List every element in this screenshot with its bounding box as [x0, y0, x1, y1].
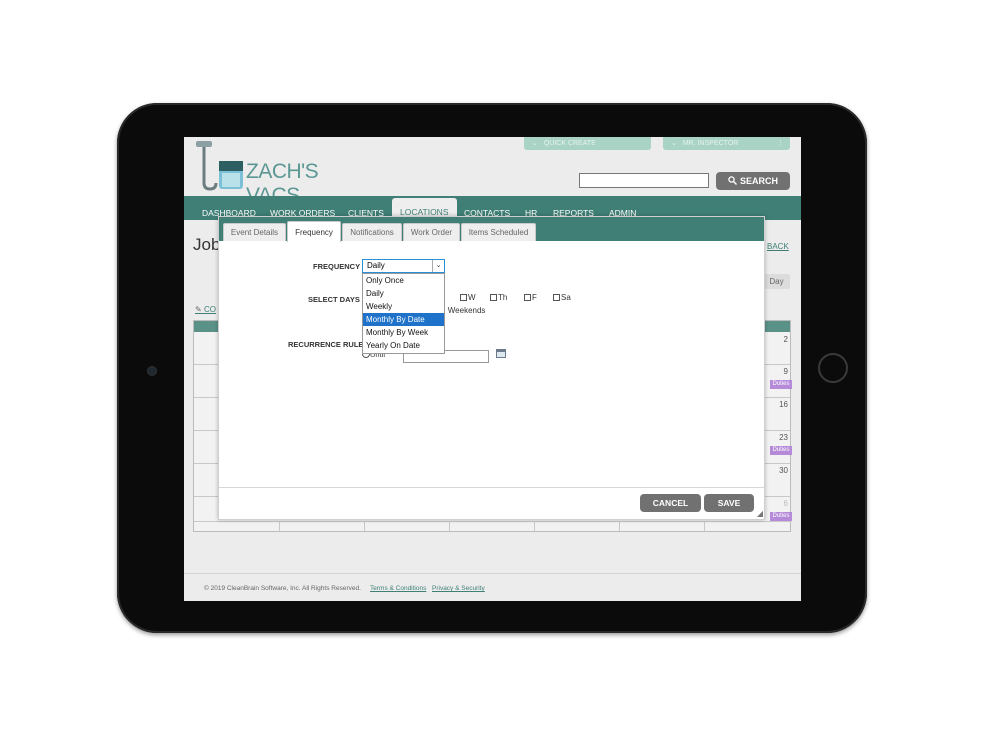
tab-frequency[interactable]: Frequency — [287, 221, 341, 242]
app-screen: ZACH'S VACS ⌄ QUICK CREATE ⌄ MR. INSPECT… — [184, 137, 801, 601]
calendar-col-divider — [704, 521, 705, 531]
tab-notifications[interactable]: Notifications — [342, 223, 402, 241]
page-title: Job — [193, 235, 221, 254]
select-days-label: SELECT DAYS — [308, 295, 360, 304]
frequency-option-only-once[interactable]: Only Once — [363, 274, 444, 287]
edit-link-label: CO — [203, 305, 216, 314]
checkbox-icon — [524, 294, 531, 301]
all-weekends-option[interactable]: ll Weekends — [442, 306, 485, 315]
modal-footer-divider — [219, 487, 764, 488]
day-checkbox-friday[interactable]: F — [524, 293, 537, 302]
user-menu-label: MR. INSPECTOR — [682, 140, 739, 147]
more-icon: ⋮ — [777, 140, 784, 147]
calendar-day-number[interactable]: 16 — [779, 400, 788, 409]
calendar-day-number[interactable]: 2 — [784, 335, 788, 344]
chevron-down-icon: ⌄ — [432, 260, 444, 272]
resize-handle-icon[interactable]: ◢ — [757, 510, 763, 518]
vacuum-logo-icon — [196, 141, 243, 191]
frequency-option-yearly-on-date[interactable]: Yearly On Date — [363, 339, 444, 352]
frequency-option-weekly[interactable]: Weekly — [363, 300, 444, 313]
calendar-col-divider — [364, 521, 365, 531]
search-button[interactable]: SEARCH — [716, 172, 790, 190]
day-label: Th — [498, 293, 508, 302]
tablet-camera — [147, 366, 157, 376]
checkbox-icon — [553, 294, 560, 301]
duties-event[interactable]: Duties — [770, 512, 792, 521]
chevron-down-icon: ⌄ — [671, 140, 677, 147]
day-label: F — [532, 293, 537, 302]
quick-create-label: QUICK CREATE — [543, 140, 596, 147]
frequency-dropdown: Only Once Daily Weekly Monthly By Date M… — [362, 273, 445, 354]
privacy-link[interactable]: Privacy & Security — [432, 585, 485, 592]
tab-items-scheduled[interactable]: Items Scheduled — [461, 223, 536, 241]
calendar-col-divider — [534, 521, 535, 531]
search-icon — [728, 176, 737, 185]
chevron-down-icon: ⌄ — [532, 140, 538, 147]
schedule-event-modal: Event Details Frequency Notifications Wo… — [218, 216, 765, 520]
save-button[interactable]: SAVE — [704, 494, 754, 512]
terms-link[interactable]: Terms & Conditions — [370, 585, 426, 592]
day-label: W — [468, 293, 476, 302]
search-button-label: SEARCH — [739, 176, 778, 186]
brand-logo[interactable]: ZACH'S VACS — [192, 139, 342, 207]
frequency-option-monthly-by-date[interactable]: Monthly By Date — [363, 313, 444, 326]
calendar-day-number[interactable]: 9 — [784, 367, 788, 376]
calendar-day-number[interactable]: 30 — [779, 466, 788, 475]
day-checkbox-saturday[interactable]: Sa — [553, 293, 571, 302]
frequency-option-monthly-by-week[interactable]: Monthly By Week — [363, 326, 444, 339]
checkbox-icon — [460, 294, 467, 301]
page-footer: © 2019 CleanBrain Software, Inc. All Rig… — [184, 573, 801, 601]
tab-work-order[interactable]: Work Order — [403, 223, 460, 241]
cancel-button[interactable]: CANCEL — [640, 494, 701, 512]
calendar-day-number[interactable]: 23 — [779, 433, 788, 442]
frequency-select-value: Daily — [367, 261, 385, 270]
edit-link[interactable]: ✎ CO — [195, 305, 216, 314]
frequency-select[interactable]: Daily ⌄ — [362, 259, 445, 273]
tablet-home-button[interactable] — [818, 353, 848, 383]
tab-event-details[interactable]: Event Details — [223, 223, 286, 241]
back-link[interactable]: BACK — [767, 242, 789, 251]
search-input[interactable] — [579, 173, 709, 188]
user-menu-button[interactable]: ⌄ MR. INSPECTOR ⋮ — [663, 137, 790, 150]
recurrence-rule-label: RECURRENCE RULE — [288, 340, 364, 349]
calendar-col-divider — [449, 521, 450, 531]
pencil-icon: ✎ — [195, 305, 202, 314]
checkbox-icon — [490, 294, 497, 301]
day-checkbox-wednesday[interactable]: W — [460, 293, 476, 302]
calendar-icon[interactable] — [496, 349, 506, 358]
frequency-label: FREQUENCY — [313, 262, 361, 271]
quick-create-button[interactable]: ⌄ QUICK CREATE — [524, 137, 651, 150]
calendar-day-number[interactable]: 6 — [784, 499, 788, 508]
day-label: Sa — [561, 293, 571, 302]
modal-tab-bar: Event Details Frequency Notifications Wo… — [219, 217, 764, 242]
duties-event[interactable]: Duties — [770, 446, 792, 455]
day-checkbox-thursday[interactable]: Th — [490, 293, 507, 302]
copyright-text: © 2019 CleanBrain Software, Inc. All Rig… — [204, 585, 361, 592]
frequency-option-daily[interactable]: Daily — [363, 287, 444, 300]
duties-event[interactable]: Duties — [770, 380, 792, 389]
calendar-col-divider — [619, 521, 620, 531]
calendar-row-divider — [194, 521, 790, 522]
calendar-col-divider — [279, 521, 280, 531]
day-view-button[interactable]: Day — [763, 274, 790, 289]
